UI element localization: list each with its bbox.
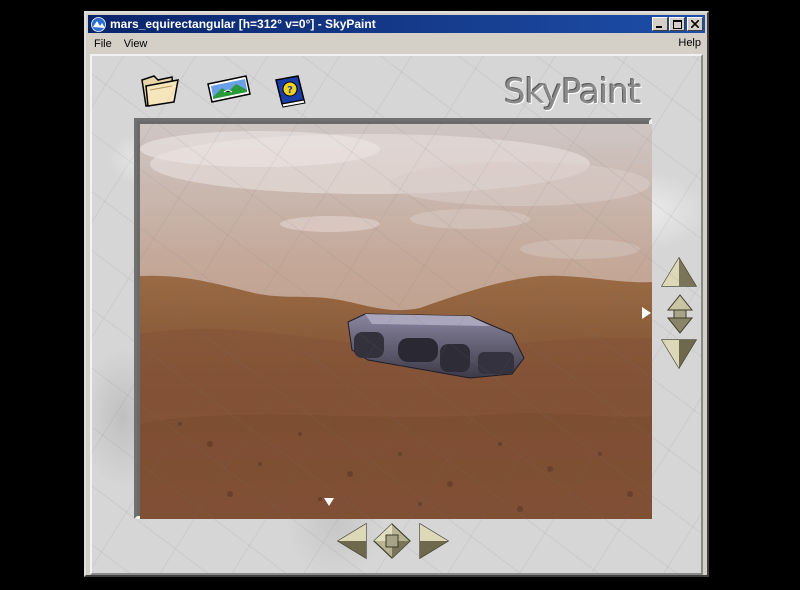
arrow-left-icon	[336, 522, 367, 560]
arrow-down-icon	[660, 339, 698, 370]
window-title: mars_equirectangular [h=312° v=0°] - Sky…	[110, 17, 376, 31]
arrow-right-icon	[419, 522, 450, 560]
title-bar[interactable]: mars_equirectangular [h=312° v=0°] - Sky…	[88, 15, 705, 33]
panorama-button[interactable]	[204, 70, 251, 110]
mars-scene-image	[140, 124, 652, 519]
heading-marker-bottom	[324, 498, 334, 506]
help-book-button[interactable]: ?	[268, 70, 312, 110]
maximize-icon	[672, 19, 682, 29]
arrow-up-icon	[660, 256, 698, 287]
panorama-image-icon	[207, 75, 251, 103]
tilt-reset-button[interactable]	[666, 294, 694, 334]
svg-text:?: ?	[287, 85, 293, 96]
left-right-arrows-icon	[373, 523, 411, 559]
tilt-down-button[interactable]	[660, 338, 698, 370]
help-book-icon: ?	[275, 75, 306, 108]
open-folder-icon	[141, 75, 179, 107]
pan-left-button[interactable]	[336, 522, 368, 560]
panorama-viewport[interactable]	[140, 124, 652, 519]
menu-help[interactable]: Help	[678, 37, 701, 49]
skypaint-window: mars_equirectangular [h=312° v=0°] - Sky…	[84, 11, 709, 577]
menu-file[interactable]: File	[88, 38, 118, 50]
up-down-arrows-icon	[666, 294, 694, 334]
minimize-icon	[656, 26, 662, 28]
pan-reset-button[interactable]	[372, 522, 412, 560]
tilt-up-button[interactable]	[660, 256, 698, 288]
minimize-button[interactable]	[652, 17, 668, 31]
heading-marker-right	[642, 307, 651, 319]
open-folder-button[interactable]	[138, 70, 182, 110]
close-button[interactable]	[687, 17, 703, 31]
viewport-frame	[134, 118, 652, 519]
app-icon[interactable]	[91, 16, 106, 32]
marble-panel: ? SkyPaint	[90, 54, 703, 575]
close-icon	[691, 20, 699, 28]
maximize-button[interactable]	[669, 17, 685, 31]
menu-bar: File View Help	[88, 34, 705, 53]
pan-right-button[interactable]	[418, 522, 450, 560]
skypaint-logo: SkyPaint	[504, 72, 641, 112]
menu-view[interactable]: View	[118, 38, 154, 50]
